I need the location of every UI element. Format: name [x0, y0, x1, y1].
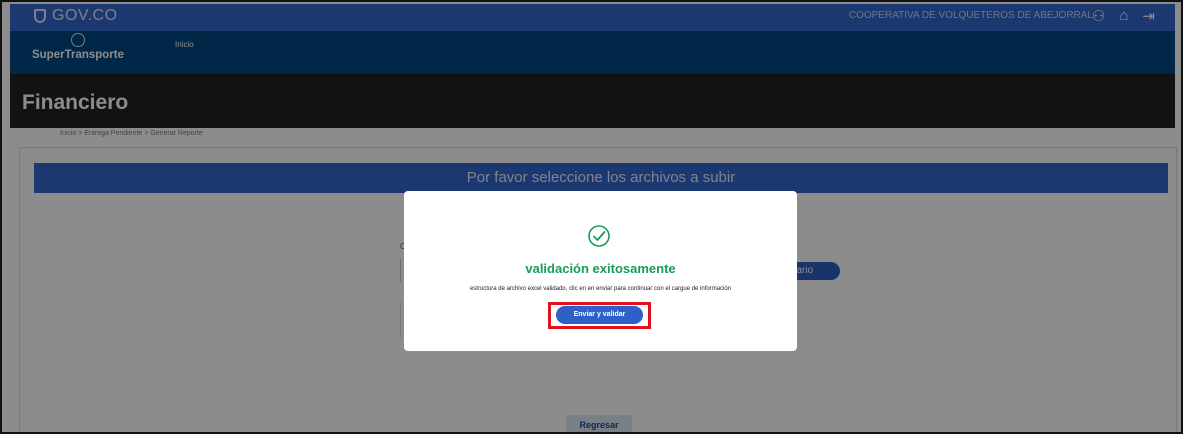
check-circle-icon [588, 225, 610, 247]
send-and-validate-button[interactable]: Enviar y validar [556, 306, 643, 324]
validation-modal: validación exitosamente estructura de ar… [404, 191, 797, 351]
app-frame: GOV.CO COOPERATIVA DE VOLQUETEROS DE ABE… [0, 0, 1183, 434]
modal-title: validación exitosamente [525, 261, 676, 276]
modal-message: estructura de archivo excel validado, cl… [469, 286, 732, 292]
